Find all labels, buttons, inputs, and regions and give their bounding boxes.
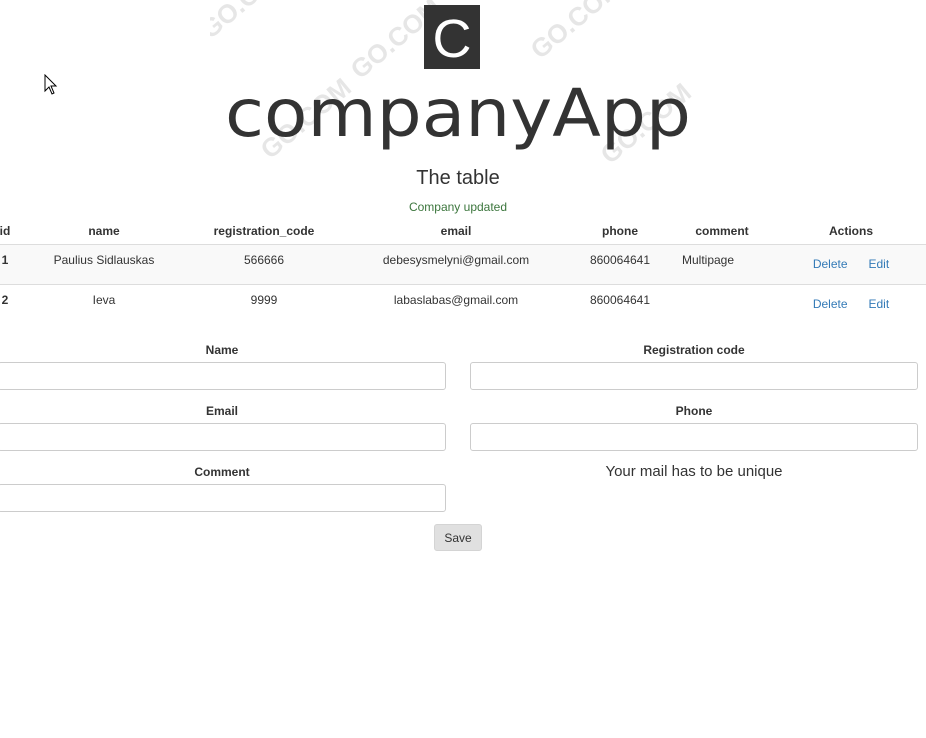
registration-code-input[interactable] xyxy=(470,362,918,390)
delete-button[interactable]: Delete xyxy=(813,257,848,271)
cell-id: 1 xyxy=(0,244,20,285)
page: GO.COM GO.COM GO.COM GO.COM GO.COM C com… xyxy=(0,0,926,738)
cell-id: 2 xyxy=(1,293,9,307)
save-button[interactable]: Save xyxy=(434,524,482,551)
cell-phone: 860064641 xyxy=(589,293,651,307)
cell-registration-code: 566666 xyxy=(188,244,340,285)
watermark-text: GO.COM xyxy=(525,0,627,65)
delete-button[interactable]: Delete xyxy=(813,297,848,311)
mouse-cursor-icon xyxy=(44,74,58,95)
logo-wordmark: companyApp xyxy=(225,75,691,152)
cell-email: debesysmelyni@gmail.com xyxy=(340,244,572,285)
name-input[interactable] xyxy=(0,362,446,390)
cell-actions: Delete Edit xyxy=(776,244,926,285)
cell-name: Ieva xyxy=(92,293,116,307)
watermark-text: GO.COM xyxy=(210,0,297,45)
table-row: 1 Paulius Sidlauskas 566666 debesysmelyn… xyxy=(0,244,926,285)
comment-label: Comment xyxy=(194,465,250,479)
cell-phone: 860064641 xyxy=(572,244,668,285)
table-header-row: id name registration_code email phone co… xyxy=(0,218,926,245)
cell-email: labaslabas@gmail.com xyxy=(393,293,519,307)
phone-label: Phone xyxy=(675,404,713,418)
edit-button[interactable]: Edit xyxy=(869,297,890,311)
logo-graphic: GO.COM GO.COM GO.COM GO.COM GO.COM C com… xyxy=(210,0,697,163)
phone-input[interactable] xyxy=(470,423,918,451)
column-header-name: name xyxy=(20,218,188,245)
cell-name: Paulius Sidlauskas xyxy=(20,244,188,285)
column-header-id: id xyxy=(0,218,20,245)
name-label: Name xyxy=(205,343,239,357)
email-label: Email xyxy=(205,404,238,418)
column-header-actions: Actions xyxy=(776,218,926,245)
column-header-phone: phone xyxy=(572,218,668,245)
column-header-email: email xyxy=(340,218,572,245)
cell-comment xyxy=(668,285,776,325)
cell-comment: Multipage xyxy=(668,244,776,285)
comment-input[interactable] xyxy=(0,484,446,512)
column-header-registration-code: registration_code xyxy=(188,218,340,245)
company-logo: GO.COM GO.COM GO.COM GO.COM GO.COM C com… xyxy=(210,0,706,163)
page-title: The table xyxy=(416,167,500,189)
cell-registration-code: 9999 xyxy=(250,293,278,307)
registration-code-label: Registration code xyxy=(643,343,745,357)
unique-email-note: Your mail has to be unique xyxy=(605,463,783,480)
companies-table: id name registration_code email phone co… xyxy=(0,218,926,325)
edit-button[interactable]: Edit xyxy=(869,257,890,271)
column-header-comment: comment xyxy=(668,218,776,245)
table-row: 2 Ieva 9999 labaslabas@gmail.com 8600646… xyxy=(0,285,926,325)
logo-letter: C xyxy=(433,9,472,69)
cell-actions: Delete Edit xyxy=(776,285,926,325)
email-input[interactable] xyxy=(0,423,446,451)
status-message: Company updated xyxy=(408,200,508,214)
